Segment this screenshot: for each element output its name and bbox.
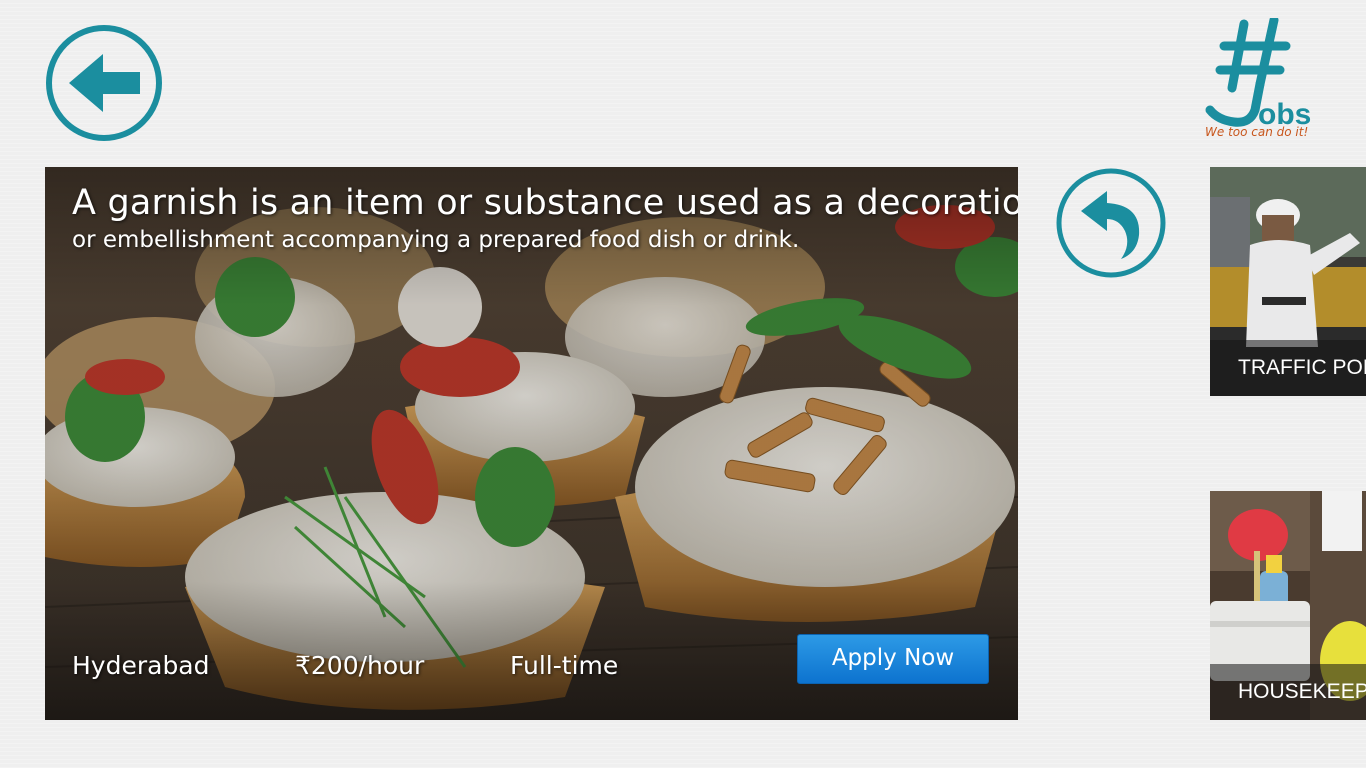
job-location: Hyderabad	[72, 651, 210, 680]
featured-job-card[interactable]: A garnish is an item or substance used a…	[45, 167, 1018, 720]
svg-text:obs: obs	[1258, 98, 1311, 128]
apply-now-button[interactable]: Apply Now	[797, 634, 989, 684]
share-button[interactable]	[1055, 167, 1167, 279]
reply-arrow-circle-icon	[1056, 168, 1166, 278]
job-title: A garnish is an item or substance used a…	[72, 183, 1018, 223]
side-job-tile[interactable]: HOUSEKEEPIN	[1210, 491, 1366, 720]
back-button[interactable]	[45, 24, 163, 142]
logo-tagline: We too can do it!	[1205, 125, 1309, 139]
job-pay: ₹200/hour	[295, 651, 425, 680]
job-type: Full-time	[510, 651, 619, 680]
arrow-left-circle-icon	[46, 25, 162, 141]
job-subtitle: or embellishment accompanying a prepared…	[72, 227, 800, 253]
job-detail-page: obs We too can do it! A garnish is an it…	[0, 0, 1366, 768]
side-job-tile[interactable]: TRAFFIC POLI	[1210, 167, 1366, 396]
side-job-label: HOUSEKEEPIN	[1210, 664, 1366, 720]
side-job-label: TRAFFIC POLI	[1210, 340, 1366, 396]
hash-jobs-logo-icon: obs	[1205, 15, 1311, 131]
jobs-logo: obs We too can do it!	[1200, 15, 1318, 143]
